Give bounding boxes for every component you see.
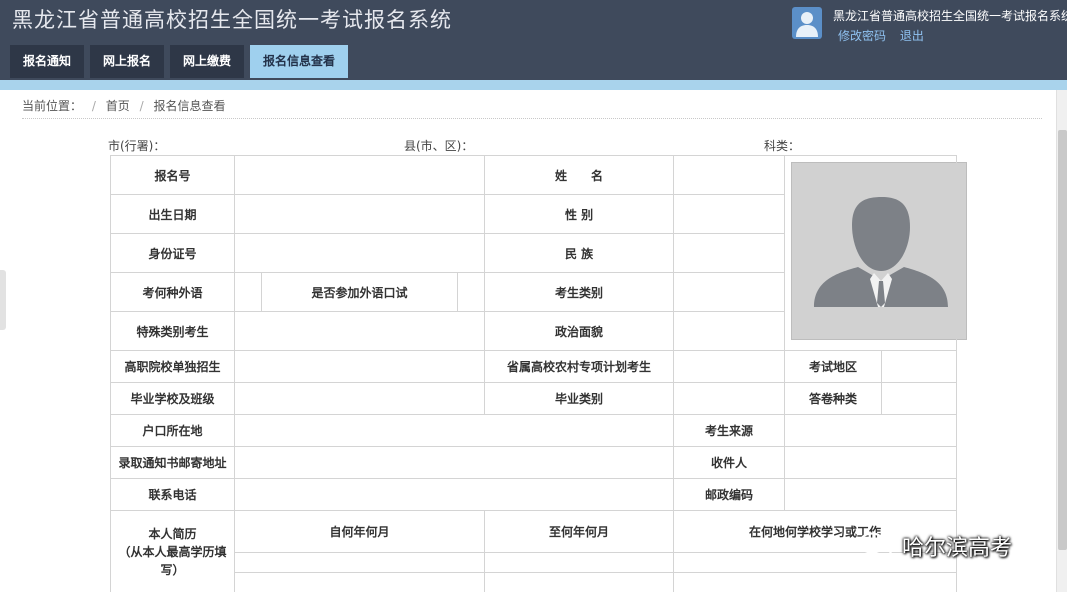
foreign-lang-label: 考何种外语 [110,272,235,312]
grad-school-label: 毕业学校及班级 [110,382,235,415]
phone-value [233,478,675,511]
user-panel: 黑龙江省普通高校招生全国统一考试报名系统 修改密码 退出 [792,6,1067,46]
paper-type-label: 答卷种类 [784,382,883,415]
exam-area-label: 考试地区 [784,350,883,383]
resume-row-where [673,572,958,592]
id-no-label: 身份证号 [110,233,235,273]
main-nav: 报名通知 网上报名 网上缴费 报名信息查看 [10,45,354,78]
resume-title: 本人简历 [148,526,197,541]
user-name: 黑龙江省普通高校招生全国统一考试报名系统 [833,9,1067,23]
ethnicity-label: 民 族 [484,233,675,273]
resume-label-cell: 本人简历 （从本人最高学历填写） [110,510,235,592]
grad-type-value [673,382,786,415]
oral-exam-label: 是否参加外语口试 [261,272,458,312]
side-collapse-handle[interactable] [0,270,6,330]
tab-view-registration-info[interactable]: 报名信息查看 [250,45,349,78]
birth-label: 出生日期 [110,194,235,234]
user-links: 修改密码 退出 [838,27,934,44]
foreign-lang-value [234,272,262,312]
gender-label: 性 别 [484,194,675,234]
photo-cell [784,155,968,351]
tab-registration-notice[interactable]: 报名通知 [10,45,85,78]
subject-label: 科类： [764,139,801,153]
special-type-label: 特殊类别考生 [110,311,235,351]
breadcrumb-home-link[interactable]: 首页 [106,99,130,113]
breadcrumb: 当前位置： / 首页 / 报名信息查看 [22,97,225,114]
receiver-label: 收件人 [673,446,786,479]
grad-school-value [233,382,486,415]
breadcrumb-separator: / [91,99,96,113]
candidate-type-value [673,272,786,312]
system-title: 黑龙江省普通高校招生全国统一考试报名系统 [12,8,452,32]
postcode-value [784,478,958,511]
grad-type-label: 毕业类别 [484,382,675,415]
source-label: 考生来源 [673,414,786,447]
candidate-photo-placeholder [791,162,968,340]
breadcrumb-prefix: 当前位置： [22,99,83,113]
phone-label: 联系电话 [110,478,235,511]
resume-note: （从本人最高学历填写） [118,544,227,577]
mail-addr-value [233,446,675,479]
gender-value [673,194,786,234]
ethnicity-value [673,233,786,273]
resume-row-from [233,552,486,573]
hukou-value [233,414,675,447]
special-type-value [233,311,486,351]
exam-area-value [881,350,958,383]
vertical-scrollbar[interactable] [1056,90,1067,592]
tab-online-payment[interactable]: 网上缴费 [170,45,245,78]
city-label: 市(行署)： [108,139,166,153]
app-header: 黑龙江省普通高校招生全国统一考试报名系统 黑龙江省普通高校招生全国统一考试报名系… [0,0,1067,80]
breadcrumb-current: 报名信息查看 [153,99,226,113]
receiver-value [784,446,958,479]
main-content: 当前位置： / 首页 / 报名信息查看 市(行署)： 县(市、区)： 科类： 报… [8,90,1056,592]
mail-addr-label: 录取通知书邮寄地址 [110,446,235,479]
name-label: 姓 名 [484,155,675,195]
hukou-label: 户口所在地 [110,414,235,447]
id-no-value [233,233,486,273]
vocational-value [233,350,486,383]
registration-info-table: 报名号 姓 名 出生日期 性 别 身份证号 民 族 考何种外语 是否参加外语口试… [110,155,968,592]
county-label: 县(市、区)： [404,139,474,153]
rural-plan-label: 省属高校农村专项计划考生 [484,350,675,383]
wechat-icon [858,532,893,560]
watermark: 哈尔滨高考 [858,528,1012,564]
scrollbar-thumb[interactable] [1058,130,1067,550]
resume-row-from [233,572,486,592]
breadcrumb-divider [22,118,1042,119]
person-silhouette-icon [792,163,967,339]
reg-no-value [233,155,486,195]
oral-exam-value [456,272,486,312]
source-value [784,414,958,447]
political-value [673,311,786,351]
from-date-header: 自何年何月 [233,510,486,553]
paper-type-value [881,382,958,415]
resume-row-to [484,552,675,573]
rural-plan-value [673,350,786,383]
postcode-label: 邮政编码 [673,478,786,511]
candidate-type-label: 考生类别 [484,272,675,312]
to-date-header: 至何年何月 [484,510,675,553]
birth-value [233,194,486,234]
change-password-link[interactable]: 修改密码 [838,29,886,43]
watermark-text: 哈尔滨高考 [902,536,1013,561]
political-label: 政治面貌 [484,311,675,351]
resume-row-to [484,572,675,592]
tab-online-registration[interactable]: 网上报名 [90,45,165,78]
logout-link[interactable]: 退出 [900,29,924,43]
user-avatar-icon [792,7,822,39]
name-value [673,155,786,195]
reg-no-label: 报名号 [110,155,235,195]
breadcrumb-separator: / [139,99,144,113]
header-strip [0,80,1067,90]
vocational-label: 高职院校单独招生 [110,350,235,383]
